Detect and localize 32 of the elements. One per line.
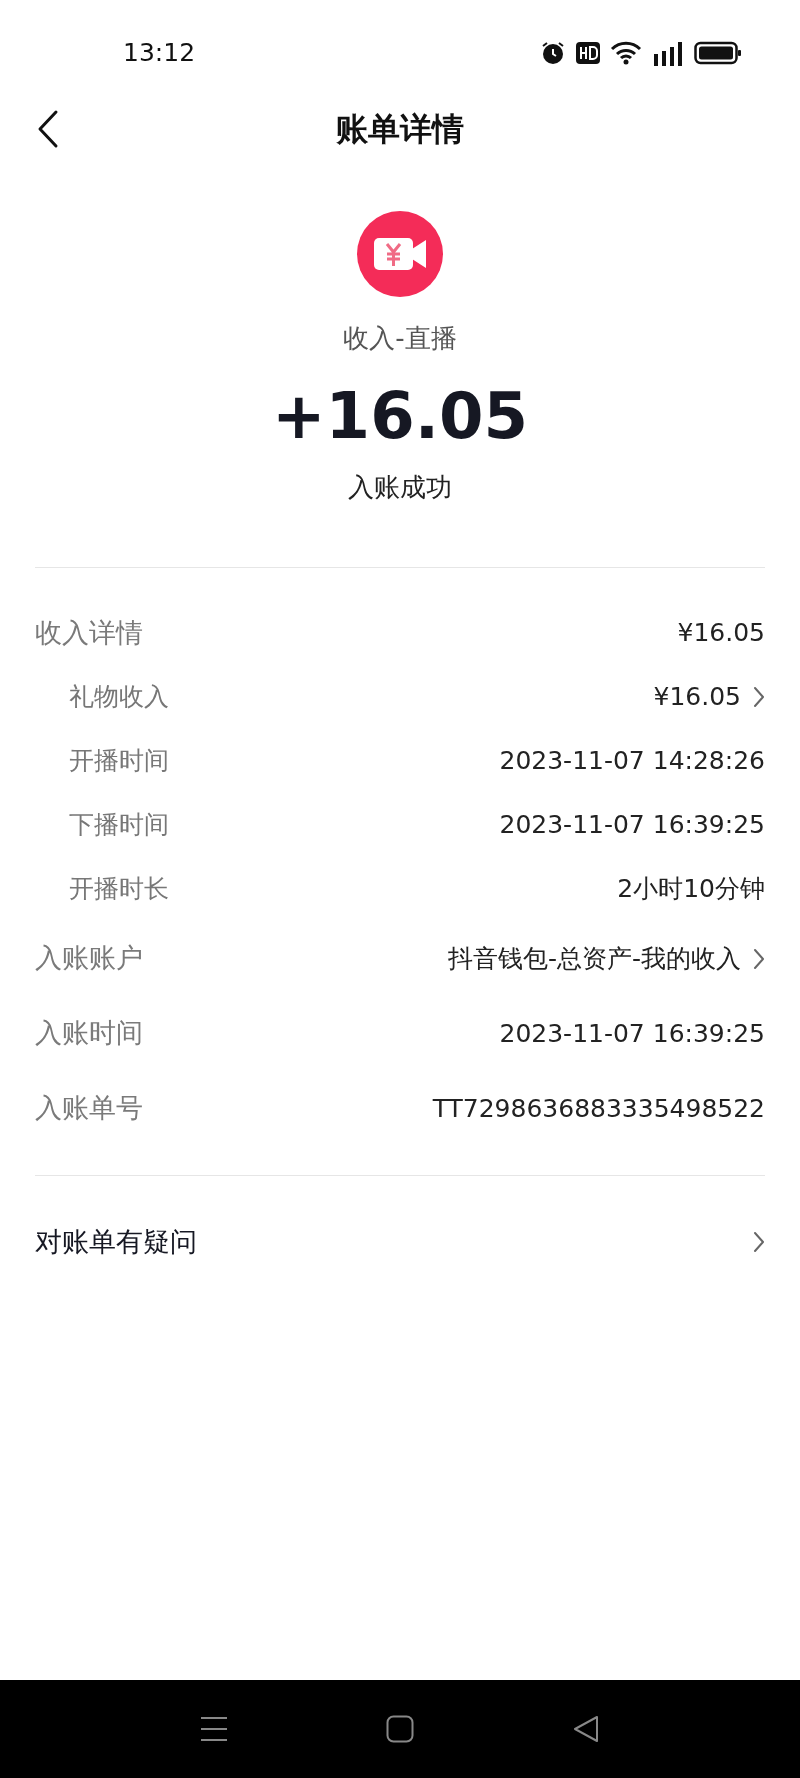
menu-icon[interactable] <box>200 1716 228 1742</box>
chevron-right-icon <box>753 1231 765 1253</box>
detail-label: 开播时长 <box>68 873 169 906</box>
question-list-item[interactable]: 对账单有疑问 <box>0 1176 800 1308</box>
detail-label: 收入详情 <box>35 615 143 650</box>
detail-value: TT7298636883335498522 <box>432 1092 765 1125</box>
status-time: 13:12 <box>123 37 196 70</box>
detail-value: 2小时10分钟 <box>617 873 765 906</box>
back-triangle-icon[interactable] <box>572 1715 600 1743</box>
detail-value: ¥16.05 <box>653 681 741 714</box>
detail-label: 入账单号 <box>35 1091 143 1126</box>
detail-label: 开播时间 <box>68 745 169 778</box>
detail-label: 下播时间 <box>68 809 169 842</box>
transaction-category: 收入-直播 <box>343 322 457 355</box>
detail-value: 2023-11-07 16:39:25 <box>499 1017 765 1050</box>
detail-value: 2023-11-07 16:39:25 <box>499 809 765 842</box>
detail-value: 抖音钱包-总资产-我的收入 <box>447 942 741 975</box>
battery-icon <box>694 41 742 65</box>
status-text: 入账成功 <box>348 471 452 504</box>
detail-label: 礼物收入 <box>68 681 169 714</box>
page-title: 账单详情 <box>336 109 464 150</box>
video-camera-yuan-icon <box>357 211 443 297</box>
alarm-icon <box>540 40 566 66</box>
cellular-signal-icon <box>652 40 684 66</box>
detail-label: 入账时间 <box>35 1016 143 1051</box>
detail-label: 入账账户 <box>35 941 143 976</box>
detail-value: ¥16.05 <box>677 617 765 650</box>
amount: +16.05 <box>271 378 529 455</box>
hd-icon <box>576 42 600 64</box>
detail-value: 2023-11-07 14:28:26 <box>499 745 765 778</box>
home-square-icon[interactable] <box>386 1715 414 1743</box>
wifi-icon <box>610 41 642 65</box>
